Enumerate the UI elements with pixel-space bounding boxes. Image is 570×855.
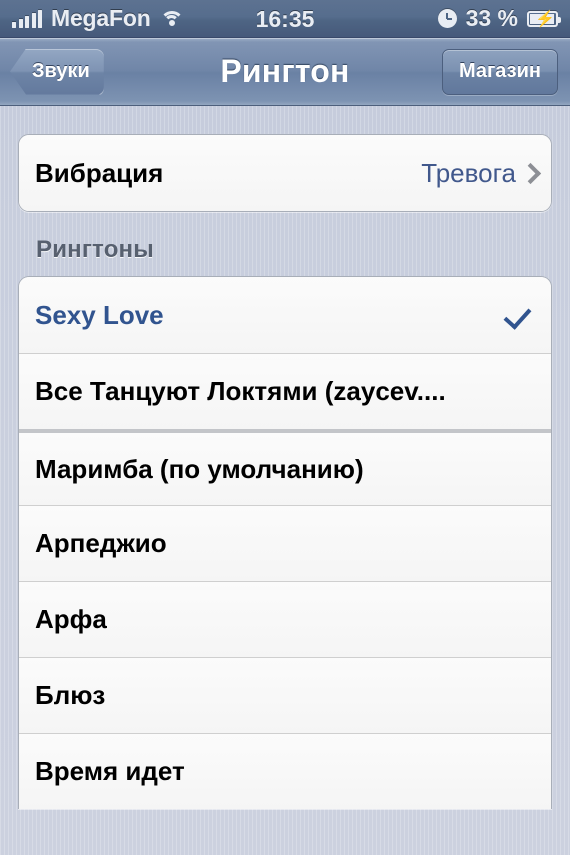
back-button-sounds[interactable]: Звуки bbox=[10, 48, 104, 95]
status-bar-right: 33 % ⚡ bbox=[437, 5, 561, 32]
carrier-name: MegaFon bbox=[51, 5, 151, 31]
ringtone-label: Арфа bbox=[35, 604, 107, 634]
ringtone-row[interactable]: Блюз bbox=[19, 657, 551, 733]
vibration-label: Вибрация bbox=[35, 157, 164, 188]
status-bar-left: MegaFon bbox=[12, 5, 184, 32]
settings-table-view[interactable]: Вибрация Тревога Рингтоны Sexy Love Все Т… bbox=[0, 134, 570, 809]
battery-percent: 33 % bbox=[465, 5, 518, 31]
ringtone-row[interactable]: Все Танцуют Локтями (zaycev.... bbox=[19, 353, 551, 429]
cellular-signal-icon bbox=[12, 9, 42, 28]
ringtone-label: Арпеджио bbox=[35, 528, 167, 558]
wifi-icon bbox=[159, 10, 184, 28]
row-vibration[interactable]: Вибрация Тревога bbox=[19, 135, 551, 211]
iphone-screen: MegaFon 16:35 33 % ⚡ Звуки Рингтон Магаз… bbox=[0, 0, 570, 855]
status-bar-clock: 16:35 bbox=[255, 5, 315, 32]
battery-charging-icon: ⚡ bbox=[527, 10, 561, 27]
section-header-ringtones: Рингтоны bbox=[36, 236, 154, 263]
ringtone-label: Время идет bbox=[35, 756, 185, 786]
ringtones-group: Sexy Love Все Танцуют Локтями (zaycev....… bbox=[18, 276, 552, 809]
ringtone-row[interactable]: Sexy Love bbox=[19, 277, 551, 353]
vibration-value: Тревога bbox=[421, 157, 516, 188]
ringtone-label: Блюз bbox=[35, 680, 106, 710]
store-button-label: Магазин bbox=[458, 60, 541, 82]
vibration-group: Вибрация Тревога bbox=[18, 134, 552, 212]
navigation-bar: Звуки Рингтон Магазин bbox=[0, 38, 570, 106]
checkmark-icon bbox=[507, 301, 535, 329]
ringtone-label: Все Танцуют Локтями (zaycev.... bbox=[35, 376, 446, 406]
store-button[interactable]: Магазин bbox=[441, 48, 558, 95]
status-bar: MegaFon 16:35 33 % ⚡ bbox=[0, 0, 570, 38]
back-button-label: Звуки bbox=[32, 60, 90, 82]
ringtone-row[interactable]: Маримба (по умолчанию) bbox=[19, 429, 551, 505]
ringtone-row[interactable]: Арфа bbox=[19, 581, 551, 657]
alarm-clock-icon bbox=[437, 9, 457, 28]
ringtone-row[interactable]: Арпеджио bbox=[19, 505, 551, 581]
ringtone-label: Sexy Love bbox=[35, 299, 164, 330]
ringtone-row[interactable]: Время идет bbox=[19, 733, 551, 809]
chevron-right-icon bbox=[522, 162, 535, 184]
ringtone-label: Маримба (по умолчанию) bbox=[35, 453, 364, 484]
